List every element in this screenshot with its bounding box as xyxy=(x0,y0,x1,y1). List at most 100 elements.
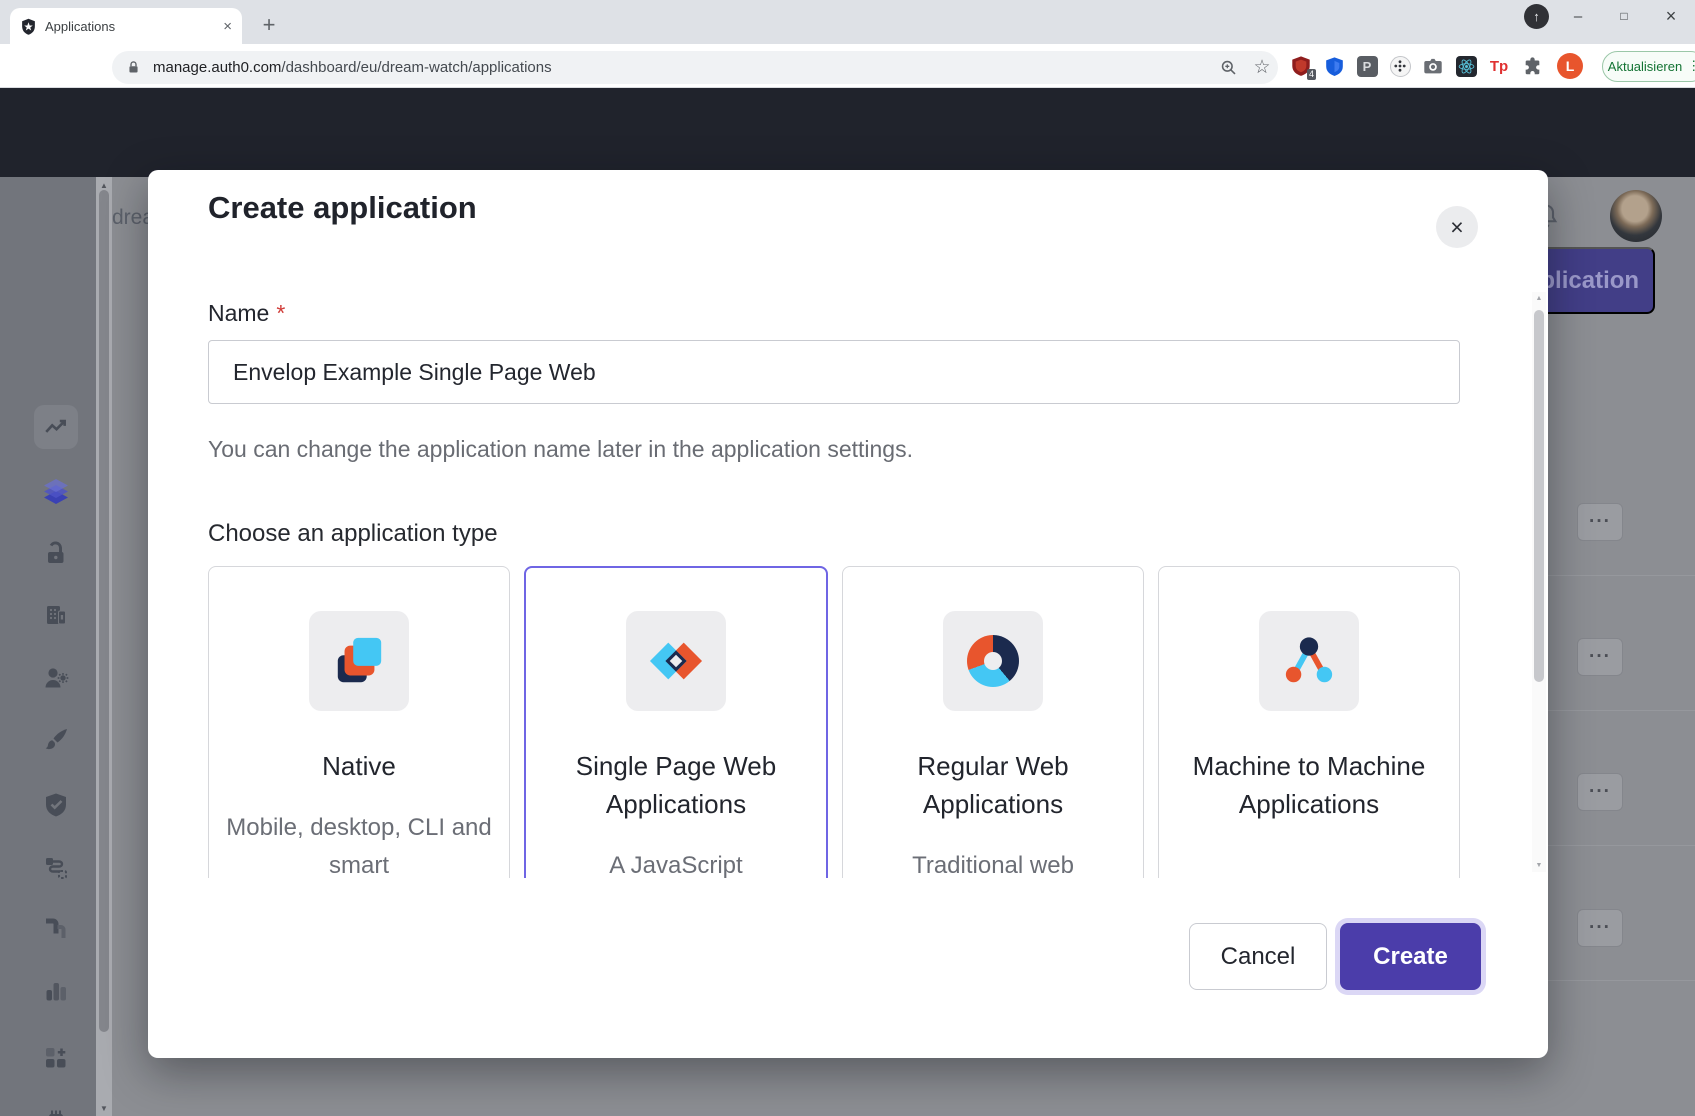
sidebar-item-organizations[interactable] xyxy=(30,597,82,633)
create-application-modal: Create application × Name* You can chang… xyxy=(148,170,1548,1058)
card-title: Native xyxy=(230,747,488,785)
auth0-top-nav: dream-watch Discuss your needs Docs xyxy=(0,88,1695,177)
chip-icon xyxy=(42,1107,70,1116)
tab-title: Applications xyxy=(45,19,223,34)
modal-scroll-up-arrow[interactable]: ▲ xyxy=(1532,292,1546,305)
activity-chart-icon xyxy=(43,414,69,440)
zoom-indicator-icon[interactable] xyxy=(1214,53,1242,81)
user-avatar[interactable] xyxy=(1610,190,1662,242)
paintbrush-icon xyxy=(42,726,70,754)
m2m-nodes-icon xyxy=(1282,634,1336,688)
spa-icon-tile xyxy=(626,611,726,711)
row-menu-button[interactable]: ··· xyxy=(1577,503,1623,541)
url-host: manage.auth0.com xyxy=(153,59,281,76)
shield-check-icon xyxy=(42,791,70,819)
camera-extension-icon[interactable] xyxy=(1422,55,1444,77)
blocks-plus-icon xyxy=(42,1044,70,1072)
sidebar-item-actions[interactable] xyxy=(30,850,82,886)
card-title: Machine to Machine Applications xyxy=(1180,747,1438,823)
sidebar-item-monitoring[interactable] xyxy=(30,973,82,1009)
card-description: A JavaScript xyxy=(541,847,811,878)
name-help-text: You can change the application name late… xyxy=(208,436,913,463)
bookmark-star-icon[interactable]: ☆ xyxy=(1248,53,1276,81)
p-extension-icon[interactable]: P xyxy=(1356,55,1378,77)
modal-scroll-down-arrow[interactable]: ▼ xyxy=(1532,859,1546,872)
regular-web-donut-icon xyxy=(967,635,1019,687)
table-row-divider xyxy=(1548,575,1695,576)
chrome-update-icon[interactable]: ↑ xyxy=(1524,4,1549,29)
cancel-button[interactable]: Cancel xyxy=(1189,923,1327,990)
modal-scrollbar-thumb[interactable] xyxy=(1534,310,1544,682)
create-button[interactable]: Create xyxy=(1340,923,1481,990)
window-close-button[interactable]: × xyxy=(1649,0,1693,32)
extensions-row: 4 P Tp L Aktualisieren ⋮ xyxy=(1290,44,1695,88)
spa-diamond-icon xyxy=(649,634,703,688)
lock-icon xyxy=(126,60,141,75)
browser-menu-dots-icon[interactable]: ⋮ xyxy=(1687,58,1695,74)
modal-scroll-area: Name* You can change the application nam… xyxy=(148,290,1548,878)
native-icon-tile xyxy=(309,611,409,711)
tab-close-icon[interactable]: × xyxy=(223,18,232,35)
application-name-input[interactable] xyxy=(208,340,1460,404)
picker-extension-icon[interactable] xyxy=(1389,55,1411,77)
table-row-divider xyxy=(1548,980,1695,981)
sidebar-item-activity[interactable] xyxy=(34,405,78,449)
card-title: Single Page Web Applications xyxy=(547,747,805,823)
pipeline-icon xyxy=(42,914,70,942)
url-path: /dashboard/eu/dream-watch/applications xyxy=(281,59,551,76)
sidebar-item-auth-pipeline[interactable] xyxy=(30,910,82,946)
native-stack-icon xyxy=(332,634,386,688)
layers-icon xyxy=(40,475,72,507)
row-menu-button[interactable]: ··· xyxy=(1577,909,1623,947)
sidebar-item-security[interactable] xyxy=(30,787,82,823)
sidebar-item-authentication[interactable] xyxy=(30,535,82,571)
screen: Applications × + ↑ – □ × ← → ↻ manage.au… xyxy=(0,0,1695,1116)
new-tab-button[interactable]: + xyxy=(254,10,284,40)
update-button-label: Aktualisieren xyxy=(1608,59,1682,74)
card-regular-web[interactable]: Regular Web Applications Traditional web xyxy=(842,566,1144,878)
sidebar-item-user-management[interactable] xyxy=(30,660,82,696)
card-description: Traditional web xyxy=(858,847,1128,878)
browser-tab[interactable]: Applications × xyxy=(10,8,242,44)
sidebar: ⚙ ? xyxy=(0,177,96,1116)
bitwarden-extension-icon[interactable] xyxy=(1323,55,1345,77)
close-icon: × xyxy=(1450,214,1463,241)
actions-flow-icon xyxy=(42,854,70,882)
sidebar-item-applications[interactable] xyxy=(30,473,82,509)
card-single-page-web[interactable]: Single Page Web Applications A JavaScrip… xyxy=(524,566,828,878)
browser-profile-avatar[interactable]: L xyxy=(1557,53,1583,79)
row-menu-button[interactable]: ··· xyxy=(1577,773,1623,811)
name-field-label: Name* xyxy=(208,300,285,327)
modal-close-button[interactable]: × xyxy=(1436,206,1478,248)
open-lock-icon xyxy=(42,539,70,567)
bar-chart-icon xyxy=(42,977,70,1005)
window-maximize-button[interactable]: □ xyxy=(1602,0,1646,32)
address-bar[interactable]: manage.auth0.com/dashboard/eu/dream-watc… xyxy=(112,51,1278,84)
extensions-puzzle-icon[interactable] xyxy=(1521,55,1543,77)
tampermonkey-tp-extension-icon[interactable]: Tp xyxy=(1488,55,1510,77)
scrollbar-down-arrow[interactable]: ▼ xyxy=(96,1101,112,1115)
card-description: Mobile, desktop, CLI and smart xyxy=(224,809,494,878)
modal-title: Create application xyxy=(208,190,477,226)
ublock-badge: 4 xyxy=(1307,69,1316,80)
ublock-extension-icon[interactable]: 4 xyxy=(1290,55,1312,77)
browser-update-button[interactable]: Aktualisieren ⋮ xyxy=(1602,51,1695,82)
window-minimize-button[interactable]: – xyxy=(1556,0,1600,32)
building-icon xyxy=(42,601,70,629)
required-asterisk: * xyxy=(276,300,285,326)
row-menu-button[interactable]: ··· xyxy=(1577,638,1623,676)
m2m-icon-tile xyxy=(1259,611,1359,711)
user-gear-icon xyxy=(42,664,70,692)
card-native[interactable]: Native Mobile, desktop, CLI and smart xyxy=(208,566,510,878)
react-devtools-extension-icon[interactable] xyxy=(1455,55,1477,77)
sidebar-item-extensions[interactable] xyxy=(30,1103,82,1116)
browser-tab-strip: Applications × + ↑ – □ × xyxy=(0,0,1695,44)
card-title: Regular Web Applications xyxy=(864,747,1122,823)
table-row-divider xyxy=(1548,845,1695,846)
application-type-cards: Native Mobile, desktop, CLI and smart Si… xyxy=(208,566,1460,878)
card-machine-to-machine[interactable]: Machine to Machine Applications xyxy=(1158,566,1460,878)
sidebar-item-marketplace[interactable] xyxy=(30,1040,82,1076)
auth0-favicon xyxy=(20,18,37,35)
page-scrollbar-thumb[interactable] xyxy=(99,190,109,1032)
sidebar-item-branding[interactable] xyxy=(30,722,82,758)
